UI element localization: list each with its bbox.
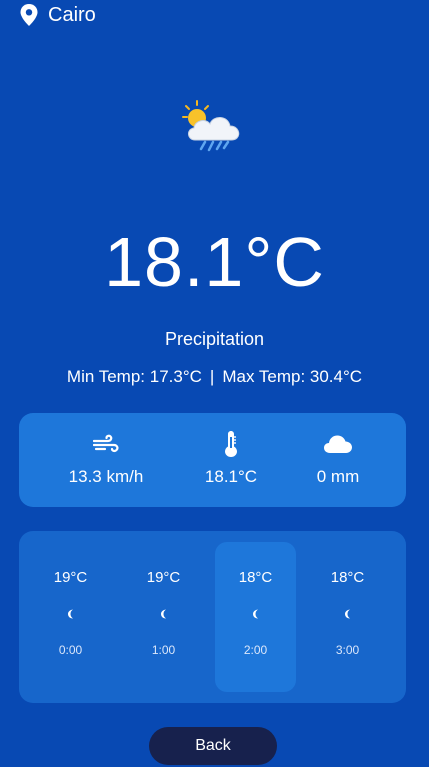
- max-temperature: Max Temp: 30.4°C: [222, 367, 363, 386]
- hourly-time: 1:00: [151, 643, 176, 657]
- crescent-moon-icon: [249, 607, 263, 621]
- hourly-temperature: 18°C: [238, 569, 273, 586]
- hourly-temperature: 18°C: [330, 569, 365, 586]
- hourly-temperature: 19°C: [53, 569, 88, 586]
- temperature-stat: 18.1°C: [176, 413, 286, 507]
- location-header[interactable]: Cairo: [20, 2, 96, 28]
- hourly-item-0000[interactable]: 19°C 0:00: [30, 542, 111, 692]
- city-name: Cairo: [48, 4, 96, 26]
- cloud-icon: [324, 431, 352, 457]
- crescent-moon-icon: [157, 607, 171, 621]
- hourly-time: 0:00: [58, 643, 83, 657]
- min-temperature: Min Temp: 17.3°C: [66, 367, 202, 386]
- wind-stat: 13.3 km/h: [51, 413, 161, 507]
- weather-condition: Precipitation: [164, 329, 265, 349]
- temperature-value: 18.1°C: [204, 467, 258, 486]
- wind-icon: [93, 431, 119, 457]
- hourly-forecast-card: 19°C 0:00 19°C 1:00 18°C 2:00 18°C 3:00: [19, 531, 406, 703]
- crescent-moon-icon: [341, 607, 355, 621]
- hourly-temperature: 19°C: [146, 569, 181, 586]
- wind-speed-value: 13.3 km/h: [68, 467, 144, 486]
- min-max-temperature: Min Temp: 17.3°C | Max Temp: 30.4°C: [0, 366, 429, 388]
- hourly-time: 2:00: [243, 643, 268, 657]
- min-max-separator: |: [209, 367, 215, 386]
- current-temperature: 18.1°C: [104, 223, 325, 301]
- back-button[interactable]: Back: [149, 727, 277, 765]
- sun-cloud-rain-icon: [181, 98, 245, 156]
- precipitation-stat: 0 mm: [283, 413, 393, 507]
- crescent-moon-icon: [64, 607, 78, 621]
- hourly-item-0300[interactable]: 18°C 3:00: [307, 542, 388, 692]
- hourly-time: 3:00: [335, 643, 360, 657]
- hourly-item-0100[interactable]: 19°C 1:00: [123, 542, 204, 692]
- thermometer-icon: [224, 431, 238, 457]
- hourly-item-0200-selected[interactable]: 18°C 2:00: [215, 542, 296, 692]
- precipitation-value: 0 mm: [316, 467, 360, 486]
- location-pin-icon: [20, 4, 38, 26]
- weather-stats-card: 13.3 km/h 18.1°C 0 mm: [19, 413, 406, 507]
